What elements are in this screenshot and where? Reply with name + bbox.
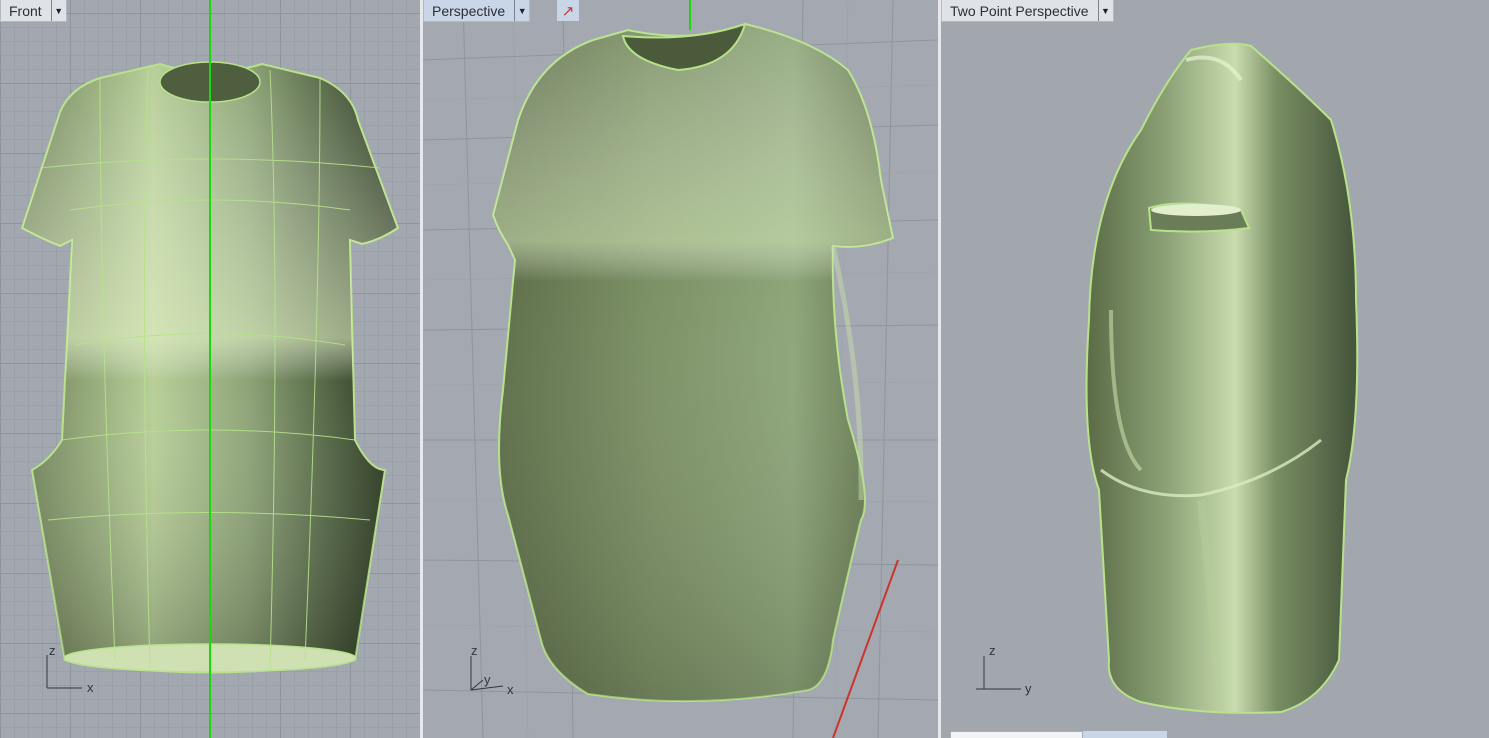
viewport-title: Perspective <box>432 2 506 19</box>
chevron-down-icon[interactable]: ▼ <box>50 0 66 21</box>
axis-label-z: z <box>49 643 56 658</box>
viewport-title: Two Point Perspective <box>950 2 1089 19</box>
viewport-title: Front <box>9 2 42 19</box>
chevron-down-icon[interactable]: ▼ <box>1097 0 1113 21</box>
axis-indicator <box>470 656 504 691</box>
bottom-tab[interactable] <box>950 731 1083 738</box>
axis-indicator <box>46 655 82 689</box>
axis-label-y: y <box>1025 681 1032 696</box>
axis-indicator <box>976 656 1021 690</box>
axis-label-x: x <box>87 680 94 695</box>
perspective-viewport[interactable]: z y x Perspective ▼ ↗ <box>423 0 938 738</box>
viewport-tab-two-point-perspective[interactable]: Two Point Perspective ▼ <box>941 0 1114 22</box>
axis-label-y: y <box>484 672 491 687</box>
front-viewport[interactable]: z x Front ▼ <box>0 0 420 738</box>
viewport-tab-front[interactable]: Front ▼ <box>0 0 67 22</box>
cursor-icon[interactable]: ↗ <box>557 0 579 21</box>
bottom-tab-strip[interactable] <box>950 731 1170 738</box>
viewport-tab-perspective[interactable]: Perspective ▼ <box>423 0 531 22</box>
bottom-tab[interactable] <box>1083 731 1167 738</box>
two-point-perspective-viewport[interactable]: z y Two Point Perspective ▼ <box>941 0 1489 738</box>
axis-label-z: z <box>989 643 996 658</box>
chevron-down-icon[interactable]: ▼ <box>514 0 529 21</box>
axis-label-x: x <box>507 682 514 697</box>
axis-label-z: z <box>471 643 478 658</box>
